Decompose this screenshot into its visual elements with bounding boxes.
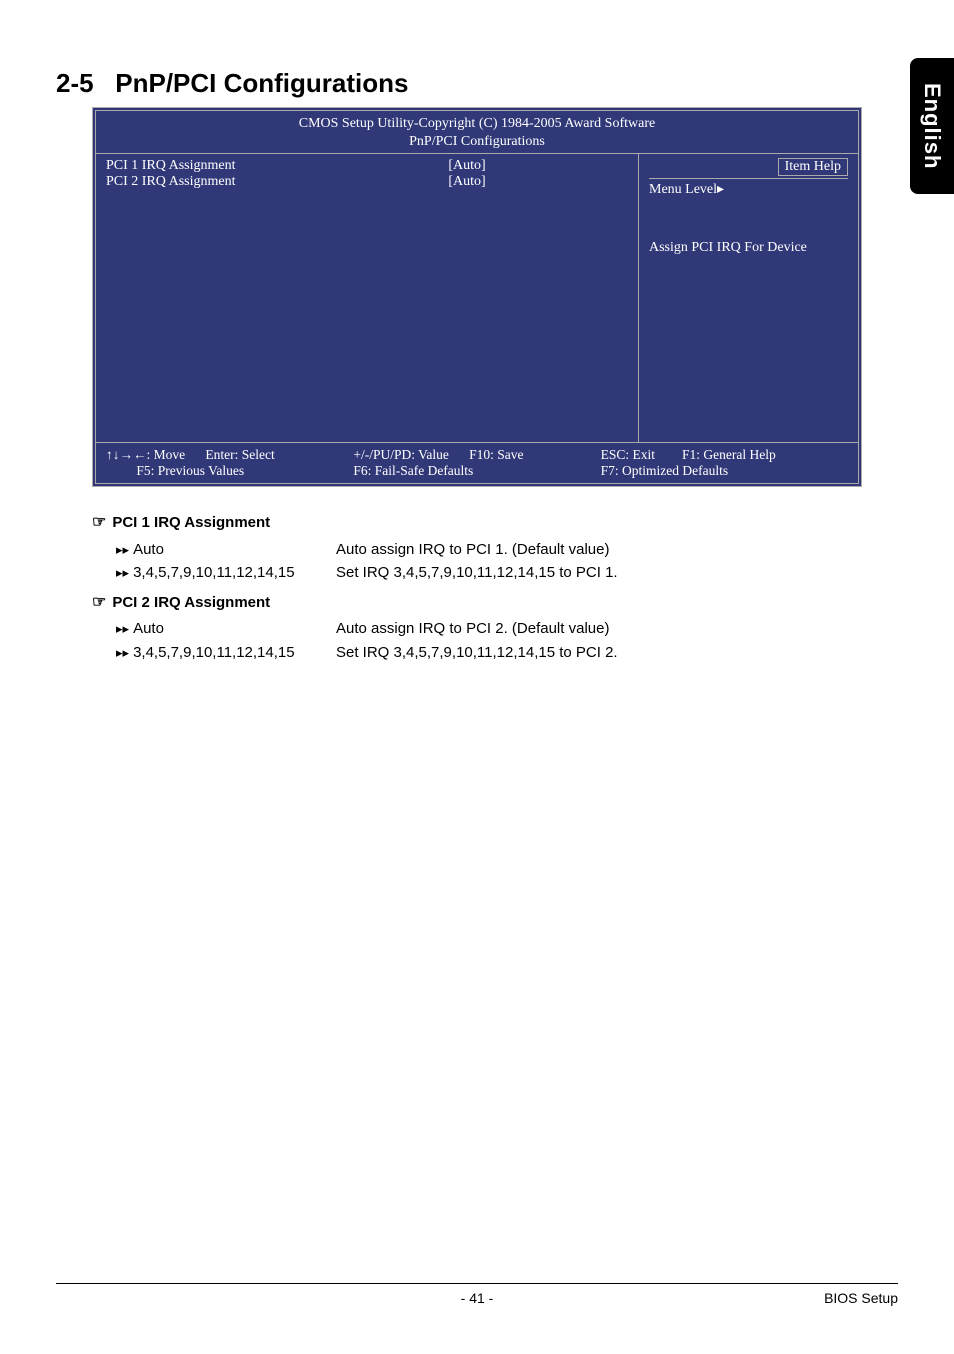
option-header: ☞ PCI 2 IRQ Assignment — [92, 591, 898, 616]
bios-setting-label: PCI 1 IRQ Assignment — [106, 158, 306, 174]
bios-setting-label: PCI 2 IRQ Assignment — [106, 174, 306, 190]
option-row: ▸▸ 3,4,5,7,9,10,11,12,14,15 Set IRQ 3,4,5… — [92, 641, 898, 664]
bios-footer: ↑↓→←: Move Enter: Select F5: Previous Va… — [96, 443, 858, 483]
options-list: ☞ PCI 1 IRQ Assignment ▸▸ Auto Auto assign… — [92, 511, 898, 664]
bios-key-move: ↑↓→←: Move — [106, 447, 185, 462]
bios-body: PCI 1 IRQ Assignment [Auto] PCI 2 IRQ As… — [96, 153, 858, 443]
arrow-icon: ▸▸ — [116, 542, 129, 557]
arrow-icon: ▸▸ — [116, 565, 129, 580]
bios-key-f1: F1: General Help — [682, 447, 776, 462]
page-footer: - 41 - BIOS Setup — [56, 1283, 898, 1306]
bios-key-f5: F5: Previous Values — [136, 463, 244, 478]
option-header-text: PCI 1 IRQ Assignment — [112, 514, 270, 531]
bios-help-panel: Item Help Menu Level▸ Assign PCI IRQ For… — [638, 154, 858, 442]
bios-copyright: CMOS Setup Utility-Copyright (C) 1984-20… — [96, 115, 858, 133]
option-label: Auto — [133, 620, 164, 637]
bios-footer-col: ESC: Exit F1: General Help F7: Optimized… — [601, 447, 848, 479]
page-number: - 41 - — [176, 1290, 778, 1306]
option-value: ▸▸ 3,4,5,7,9,10,11,12,14,15 — [116, 561, 336, 584]
bios-help-body: Assign PCI IRQ For Device — [649, 238, 848, 258]
option-row: ▸▸ 3,4,5,7,9,10,11,12,14,15 Set IRQ 3,4,5… — [92, 561, 898, 584]
bios-header: CMOS Setup Utility-Copyright (C) 1984-20… — [96, 111, 858, 153]
bios-key-esc: ESC: Exit — [601, 447, 655, 462]
option-description: Auto assign IRQ to PCI 2. (Default value… — [336, 617, 898, 640]
arrow-icon: ▸▸ — [116, 621, 129, 636]
pointer-icon: ☞ — [92, 594, 106, 611]
bios-key-f6: F6: Fail-Safe Defaults — [353, 463, 473, 478]
bios-subtitle: PnP/PCI Configurations — [96, 133, 858, 151]
option-description: Auto assign IRQ to PCI 1. (Default value… — [336, 538, 898, 561]
bios-setting-value: [Auto] — [306, 158, 628, 174]
language-tab-label: English — [919, 83, 945, 169]
bios-key-enter: Enter: Select — [205, 447, 274, 462]
option-description: Set IRQ 3,4,5,7,9,10,11,12,14,15 to PCI … — [336, 561, 898, 584]
option-value: ▸▸ 3,4,5,7,9,10,11,12,14,15 — [116, 641, 336, 664]
section-title: 2-5 PnP/PCI Configurations — [56, 68, 898, 99]
bios-menu-level: Menu Level — [649, 182, 717, 197]
option-header-text: PCI 2 IRQ Assignment — [112, 594, 270, 611]
option-label: 3,4,5,7,9,10,11,12,14,15 — [133, 644, 295, 661]
bios-key-value: +/-/PU/PD: Value — [353, 447, 449, 462]
bios-setting-row: PCI 1 IRQ Assignment [Auto] — [106, 158, 628, 174]
page-content: 2-5 PnP/PCI Configurations CMOS Setup Ut… — [0, 0, 954, 664]
bios-footer-col: +/-/PU/PD: Value F10: Save F6: Fail-Safe… — [353, 447, 600, 479]
section-heading: PnP/PCI Configurations — [115, 68, 408, 98]
bios-setting-value: [Auto] — [306, 174, 628, 190]
chevron-right-icon: ▸ — [717, 182, 724, 197]
option-description: Set IRQ 3,4,5,7,9,10,11,12,14,15 to PCI … — [336, 641, 898, 664]
bios-key-f7: F7: Optimized Defaults — [601, 463, 728, 478]
language-tab: English — [910, 58, 954, 194]
bios-settings-panel: PCI 1 IRQ Assignment [Auto] PCI 2 IRQ As… — [96, 154, 638, 442]
section-number: 2-5 — [56, 68, 94, 98]
bios-key-save: F10: Save — [469, 447, 523, 462]
bios-footer-col: ↑↓→←: Move Enter: Select F5: Previous Va… — [106, 447, 353, 479]
footer-left — [56, 1290, 176, 1306]
pointer-icon: ☞ — [92, 514, 106, 531]
option-label: 3,4,5,7,9,10,11,12,14,15 — [133, 564, 295, 581]
option-row: ▸▸ Auto Auto assign IRQ to PCI 1. (Defaul… — [92, 538, 898, 561]
bios-help-title: Item Help — [778, 158, 848, 176]
option-row: ▸▸ Auto Auto assign IRQ to PCI 2. (Defaul… — [92, 617, 898, 640]
option-header: ☞ PCI 1 IRQ Assignment — [92, 511, 898, 536]
footer-section: BIOS Setup — [778, 1290, 898, 1306]
bios-setting-row: PCI 2 IRQ Assignment [Auto] — [106, 174, 628, 190]
bios-screenshot: CMOS Setup Utility-Copyright (C) 1984-20… — [92, 107, 862, 487]
option-value: ▸▸ Auto — [116, 617, 336, 640]
option-value: ▸▸ Auto — [116, 538, 336, 561]
option-label: Auto — [133, 541, 164, 558]
arrow-icon: ▸▸ — [116, 645, 129, 660]
bios-help-header: Item Help Menu Level▸ — [649, 158, 848, 198]
